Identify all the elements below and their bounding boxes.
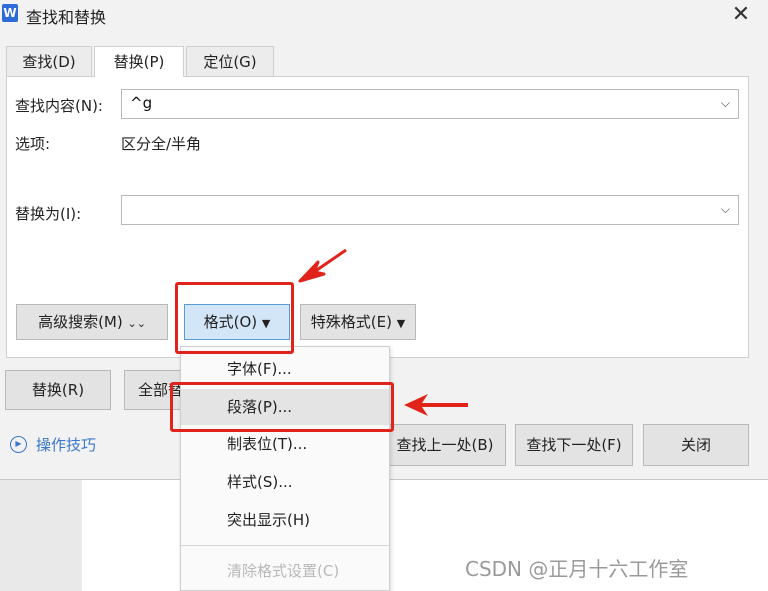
tab-replace[interactable]: 替换(P) <box>94 46 184 77</box>
replace-label: 替换为(I): <box>15 205 82 223</box>
triangle-down-icon: ▼ <box>396 317 406 330</box>
find-next-button[interactable]: 查找下一处(F) <box>515 424 633 466</box>
annotation-box-paragraph <box>170 382 394 432</box>
replace-button[interactable]: 替换(R) <box>5 370 111 410</box>
tips-link[interactable]: 操作技巧 <box>36 434 96 455</box>
find-previous-button[interactable]: 查找上一处(B) <box>384 424 506 466</box>
options-value: 区分全/半角 <box>121 135 202 153</box>
special-format-label: 特殊格式(E) <box>310 313 392 331</box>
options-label: 选项: <box>15 135 51 153</box>
close-button[interactable]: 关闭 <box>643 424 749 466</box>
wps-writer-icon: W <box>2 4 18 22</box>
play-circle-icon[interactable]: ▶ <box>10 436 27 453</box>
menu-item-highlight[interactable]: 突出显示(H) <box>181 502 389 538</box>
replace-panel: 查找内容(N): ^g ⌵ 选项: 区分全/半角 替换为(I): ⌵ 高级搜索(… <box>6 76 749 358</box>
advanced-search-button[interactable]: 高级搜索(M) ⌄⌄ <box>16 304 168 340</box>
background-area <box>0 480 82 591</box>
annotation-box-format <box>175 282 294 354</box>
menu-divider <box>181 545 389 546</box>
find-input-value: ^g <box>130 94 153 112</box>
advanced-search-label: 高级搜索(M) <box>38 313 123 331</box>
chevron-down-icon[interactable]: ⌵ <box>721 202 730 217</box>
find-label: 查找内容(N): <box>15 97 103 115</box>
annotation-arrow-icon <box>298 248 347 283</box>
title-bar: W 查找和替换 ✕ <box>0 0 768 30</box>
double-chevron-icon: ⌄⌄ <box>127 317 146 330</box>
tab-find[interactable]: 查找(D) <box>6 46 92 76</box>
chevron-down-icon[interactable]: ⌵ <box>721 96 730 111</box>
close-icon[interactable]: ✕ <box>726 0 756 30</box>
tab-goto[interactable]: 定位(G) <box>186 46 274 76</box>
find-input[interactable]: ^g ⌵ <box>121 89 739 119</box>
special-format-button[interactable]: 特殊格式(E) ▼ <box>300 304 416 340</box>
menu-item-clear-formatting: 清除格式设置(C) <box>227 562 340 580</box>
watermark: CSDN @正月十六工作室 <box>465 557 689 581</box>
menu-item-style[interactable]: 样式(S)... <box>181 464 389 500</box>
replace-input[interactable]: ⌵ <box>121 195 739 225</box>
annotation-arrow-icon <box>404 394 468 416</box>
dialog-title: 查找和替换 <box>26 8 107 27</box>
